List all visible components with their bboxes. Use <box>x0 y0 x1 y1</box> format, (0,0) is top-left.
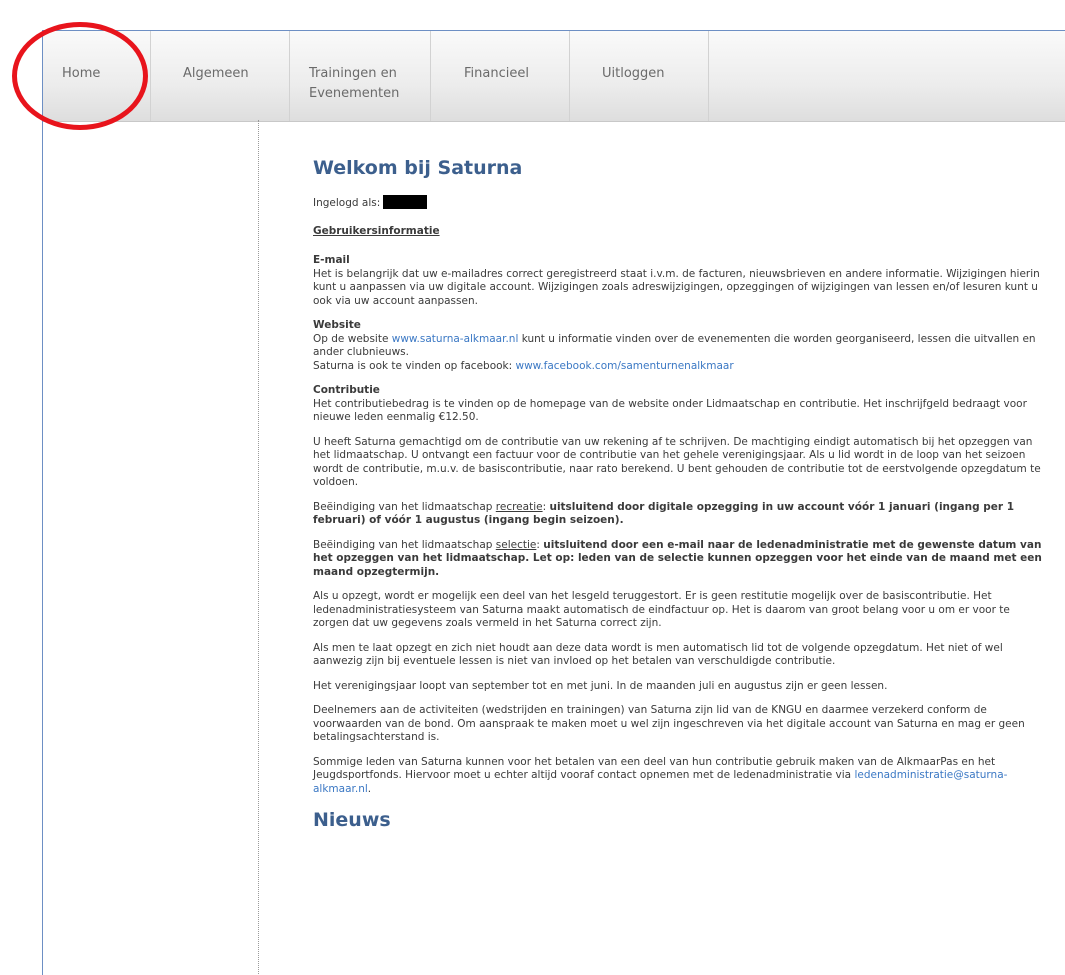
recreatie-before: Beëindiging van het lidmaatschap <box>313 500 496 513</box>
contributie-heading: Contributie <box>313 384 380 396</box>
recreatie-underline: recreatie <box>495 500 543 513</box>
facebook-text: Saturna is ook te vinden op facebook: <box>313 359 516 372</box>
contributie-selectie: Beëindiging van het lidmaatschap selecti… <box>313 539 1048 580</box>
contributie-p5: Als u opzegt, wordt er mogelijk een deel… <box>313 590 1010 629</box>
column-divider <box>258 120 259 974</box>
nav-trainingen-line1: Trainingen en <box>309 66 397 81</box>
welcome-title: Welkom bij Saturna <box>313 157 523 179</box>
nav-uitloggen[interactable]: Uitloggen <box>570 31 709 121</box>
email-heading: E-mail <box>313 254 350 266</box>
nav-algemeen-label: Algemeen <box>183 66 249 81</box>
redacted-username <box>383 195 428 209</box>
selectie-underline: selectie <box>495 538 537 551</box>
nav-uitloggen-label: Uitloggen <box>602 66 665 81</box>
selectie-before: Beëindiging van het lidmaatschap <box>313 538 496 551</box>
facebook-link[interactable]: www.facebook.com/samenturnenalkmaar <box>516 360 734 372</box>
logged-in-row: Ingelogd als: <box>313 195 1048 211</box>
contributie-p2: U heeft Saturna gemachtigd om de contrib… <box>313 435 1041 489</box>
nav-financieel-label: Financieel <box>464 66 529 81</box>
nav-trainingen-label: Trainingen en Evenementen <box>309 64 419 104</box>
website-heading: Website <box>313 319 361 331</box>
website-link[interactable]: www.saturna-alkmaar.nl <box>392 333 519 345</box>
nav-home-label: Home <box>62 66 101 81</box>
contributie-p1: Het contributiebedrag is te vinden op de… <box>313 397 1027 424</box>
contributie-p6: Als men te laat opzegt en zich niet houd… <box>313 641 1003 668</box>
nav-trainingen-evenementen[interactable]: Trainingen en Evenementen <box>290 31 431 121</box>
website-text-before: Op de website <box>313 332 392 345</box>
nav-algemeen[interactable]: Algemeen <box>151 31 290 121</box>
logged-in-label: Ingelogd als: <box>313 197 381 209</box>
contributie-p7: Het verenigingsjaar loopt van september … <box>313 679 888 692</box>
website-text: Op de website www.saturna-alkmaar.nl kun… <box>313 333 1048 374</box>
main-content: Welkom bij Saturna Ingelogd als: Gebruik… <box>313 155 1048 847</box>
contributie-recreatie: Beëindiging van het lidmaatschap recreat… <box>313 501 1048 528</box>
nav-financieel[interactable]: Financieel <box>431 31 570 121</box>
p9-after: . <box>367 782 372 795</box>
nav-trainingen-line2: Evenementen <box>309 86 400 101</box>
user-info-heading: Gebruikersinformatie <box>313 224 440 237</box>
email-text: Het is belangrijk dat uw e-mailadres cor… <box>313 267 1040 307</box>
nav-home[interactable]: Home <box>43 31 151 121</box>
contributie-p9: Sommige leden van Saturna kunnen voor he… <box>313 756 1048 797</box>
news-title: Nieuws <box>313 809 391 831</box>
contributie-p8: Deelnemers aan de activiteiten (wedstrij… <box>313 704 1025 743</box>
main-nav: Home Algemeen Trainingen en Evenementen F… <box>43 31 1065 122</box>
